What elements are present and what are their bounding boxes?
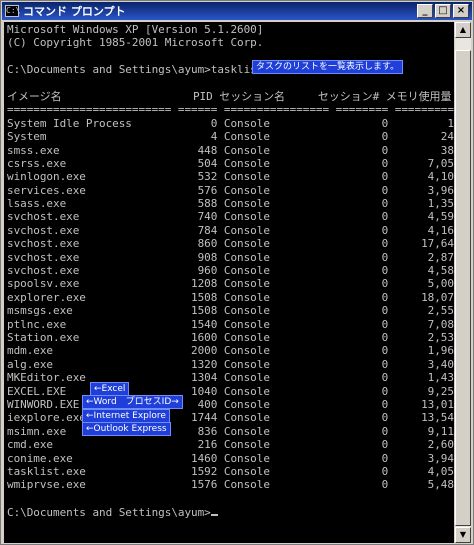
scroll-up-button[interactable]: ▲ xyxy=(455,22,471,38)
console-line: iexplore.exe 1744 Console 0 13,540 K xyxy=(7,411,454,425)
console-line: イメージ名 PID セッション名 セッション# メモリ使用量 xyxy=(7,89,452,103)
scroll-down-button[interactable]: ▼ xyxy=(455,527,471,543)
console-line: winlogon.exe 532 Console 0 4,104 K xyxy=(7,170,454,184)
console-line: explorer.exe 1508 Console 0 18,072 K xyxy=(7,290,454,304)
command-prompt-window: C:\ コマンド プロンプト _ □ × Microsoft Windows X… xyxy=(0,0,474,545)
console-line: wmiprvse.exe 1576 Console 0 5,480 K xyxy=(7,478,454,492)
console-line: smss.exe 448 Console 0 388 K xyxy=(7,143,454,157)
console-line: msmsgs.exe 1508 Console 0 2,556 K xyxy=(7,304,454,318)
title-bar-buttons: _ □ × xyxy=(417,4,469,18)
maximize-button[interactable]: □ xyxy=(435,4,451,18)
console-lines: Microsoft Windows XP [Version 5.1.2600](… xyxy=(7,23,454,519)
console-line: svchost.exe 908 Console 0 2,876 K xyxy=(7,250,454,264)
console-line: svchost.exe 960 Console 0 4,584 K xyxy=(7,264,454,278)
console-line: lsass.exe 588 Console 0 1,356 K xyxy=(7,197,454,211)
console-line: System Idle Process 0 Console 0 16 K xyxy=(7,116,454,130)
console-line: svchost.exe 740 Console 0 4,596 K xyxy=(7,210,454,224)
console-line: services.exe 576 Console 0 3,964 K xyxy=(7,183,454,197)
tasklist-annotation: タスクのリストを一覧表示します。 xyxy=(252,60,404,74)
internet-explorer-annotation: ←Internet Explore xyxy=(82,409,170,423)
console-line: C:\Documents and Settings\ayum> xyxy=(7,505,454,519)
vertical-scrollbar[interactable]: ▲ ▼ xyxy=(455,22,471,543)
console-line: Microsoft Windows XP [Version 5.1.2600] xyxy=(7,23,264,36)
cmd-icon[interactable]: C:\ xyxy=(5,5,20,17)
console-line: csrss.exe 504 Console 0 7,052 K xyxy=(7,156,454,170)
console-line: System 4 Console 0 240 K xyxy=(7,130,454,144)
minimize-button[interactable]: _ xyxy=(417,4,433,18)
excel-annotation: ←Excel xyxy=(90,382,130,396)
close-button[interactable]: × xyxy=(453,4,469,18)
console-line: conime.exe 1460 Console 0 3,940 K xyxy=(7,451,454,465)
window-title: コマンド プロンプト xyxy=(23,5,126,18)
console-line: MKEditor.exe 1304 Console 0 1,436 K xyxy=(7,371,454,385)
console-line: svchost.exe 784 Console 0 4,164 K xyxy=(7,223,454,237)
text-cursor xyxy=(210,505,218,517)
title-bar[interactable]: C:\ コマンド プロンプト _ □ × xyxy=(2,2,472,20)
console-line: WINWORD.EXE 400 Console 0 13,012 K xyxy=(7,397,454,411)
console-line: cmd.exe 216 Console 0 2,608 K xyxy=(7,438,454,452)
console-line: svchost.exe 860 Console 0 17,640 K xyxy=(7,237,454,251)
outlook-express-annotation: ←Outlook Express xyxy=(82,422,171,436)
console-line: EXCEL.EXE 1040 Console 0 9,256 K xyxy=(7,384,454,398)
scroll-thumb[interactable] xyxy=(455,50,471,526)
console-line: tasklist.exe 1592 Console 0 4,052 K xyxy=(7,464,454,478)
console-line: spoolsv.exe 1208 Console 0 5,000 K xyxy=(7,277,454,291)
console-line: mdm.exe 2000 Console 0 1,968 K xyxy=(7,344,454,358)
console-line: ========================= ====== =======… xyxy=(7,103,454,117)
console-line: Station.exe 1600 Console 0 2,536 K xyxy=(7,330,454,344)
console-output[interactable]: Microsoft Windows XP [Version 5.1.2600](… xyxy=(4,22,454,543)
console-line: (C) Copyright 1985-2001 Microsoft Corp. xyxy=(7,36,264,50)
console-line: ptlnc.exe 1540 Console 0 7,080 K xyxy=(7,317,454,331)
word-annotation: ←Word プロセスID→ xyxy=(82,395,183,409)
console-line: alg.exe 1320 Console 0 3,400 K xyxy=(7,357,454,371)
console-line: msimn.exe 836 Console 0 9,116 K xyxy=(7,424,454,438)
